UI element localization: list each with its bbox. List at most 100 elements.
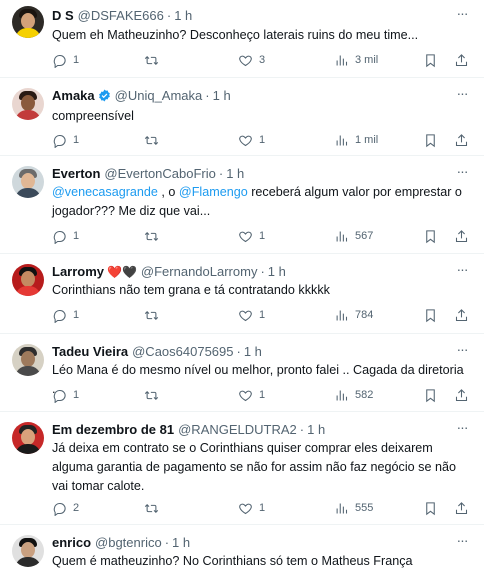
author-name[interactable]: enrico	[52, 535, 91, 550]
timestamp[interactable]: 1 h	[244, 344, 262, 359]
avatar[interactable]	[12, 6, 44, 38]
author-handle[interactable]: @DSFAKE666	[78, 8, 164, 23]
avatar[interactable]	[12, 264, 44, 296]
views-button[interactable]: 555	[334, 499, 373, 517]
view-count: 567	[355, 230, 374, 242]
bookmark-button[interactable]	[423, 227, 438, 245]
avatar[interactable]	[12, 344, 44, 376]
share-button[interactable]	[454, 227, 469, 245]
timestamp[interactable]: 1 h	[268, 264, 286, 279]
tweet[interactable]: Larromy ❤️🖤 @FernandoLarromy · 1 h ··· C…	[0, 254, 484, 334]
action-bar: 1 1 567	[52, 227, 470, 245]
avatar[interactable]	[12, 422, 44, 454]
reply-button[interactable]: 2	[52, 499, 79, 517]
timestamp[interactable]: 1 h	[172, 535, 190, 550]
action-bar: 1 3 3 mil	[52, 51, 470, 69]
reply-button[interactable]: 1	[52, 306, 79, 324]
more-options-icon[interactable]: ···	[452, 262, 472, 280]
separator-dot: ·	[236, 344, 241, 359]
author-name[interactable]: Larromy	[52, 264, 104, 279]
author-name[interactable]: D S	[52, 8, 74, 23]
views-icon	[334, 501, 349, 516]
reply-count: 1	[73, 54, 80, 66]
timestamp[interactable]: 1 h	[213, 88, 231, 103]
tweet[interactable]: enrico @bgtenrico · 1 h ··· Quem é mathe…	[0, 525, 484, 578]
author-handle[interactable]: @bgtenrico	[95, 535, 162, 550]
like-button[interactable]: 1	[238, 499, 265, 517]
author-name[interactable]: Tadeu Vieira	[52, 344, 128, 359]
bookmark-button[interactable]	[423, 131, 438, 149]
author-name[interactable]: Everton	[52, 166, 100, 181]
separator-dot: ·	[166, 8, 172, 23]
retweet-button[interactable]	[144, 306, 165, 324]
like-count: 1	[259, 230, 266, 242]
tweet[interactable]: D S @DSFAKE666 · 1 h ··· Quem eh Matheuz…	[0, 0, 484, 78]
more-options-icon[interactable]: ···	[452, 86, 472, 104]
avatar[interactable]	[12, 535, 44, 567]
retweet-button[interactable]	[144, 386, 165, 404]
retweet-icon	[144, 229, 159, 244]
like-button[interactable]: 1	[238, 131, 265, 149]
like-count: 1	[259, 309, 266, 321]
reply-button[interactable]: 1	[52, 386, 79, 404]
more-options-icon[interactable]: ···	[452, 420, 472, 438]
share-button[interactable]	[454, 499, 469, 517]
like-button[interactable]: 1	[238, 386, 265, 404]
bookmark-button[interactable]	[423, 386, 438, 404]
share-button[interactable]	[454, 51, 469, 69]
heart-icon	[238, 133, 253, 148]
like-button[interactable]: 1	[238, 306, 265, 324]
more-options-icon[interactable]: ···	[452, 164, 472, 182]
author-handle[interactable]: @Uniq_Amaka	[115, 88, 203, 103]
timestamp[interactable]: 1 h	[174, 8, 192, 23]
more-options-icon[interactable]: ···	[452, 342, 472, 360]
more-options-icon[interactable]: ···	[452, 533, 472, 551]
tweet[interactable]: Em dezembro de 81 @RANGELDUTRA2 · 1 h ··…	[0, 412, 484, 525]
bookmark-button[interactable]	[423, 499, 438, 517]
like-button[interactable]: 3	[238, 51, 265, 69]
views-button[interactable]: 1 mil	[334, 131, 378, 149]
like-button[interactable]: 1	[238, 227, 265, 245]
avatar[interactable]	[12, 88, 44, 120]
bookmark-button[interactable]	[423, 306, 438, 324]
reply-button[interactable]: 1	[52, 131, 79, 149]
share-button[interactable]	[454, 386, 469, 404]
share-icon	[454, 53, 469, 68]
retweet-button[interactable]	[144, 499, 165, 517]
author-name[interactable]: Amaka	[52, 88, 95, 103]
retweet-button[interactable]	[144, 51, 165, 69]
mention-link[interactable]: @Flamengo	[179, 185, 248, 199]
views-button[interactable]: 784	[334, 306, 373, 324]
tweet[interactable]: Tadeu Vieira @Caos64075695 · 1 h ··· Léo…	[0, 334, 484, 412]
more-options-icon[interactable]: ···	[452, 6, 472, 24]
views-button[interactable]: 3 mil	[334, 51, 378, 69]
bookmark-icon	[423, 388, 438, 403]
tweet[interactable]: Amaka @Uniq_Amaka · 1 h ··· compreensíve…	[0, 78, 484, 156]
share-button[interactable]	[454, 306, 469, 324]
tweet[interactable]: Everton @EvertonCaboFrio · 1 h ··· @vene…	[0, 156, 484, 254]
reply-feed: D S @DSFAKE666 · 1 h ··· Quem eh Matheuz…	[0, 0, 484, 578]
views-button[interactable]: 582	[334, 386, 373, 404]
timestamp[interactable]: 1 h	[307, 422, 325, 437]
separator-dot: ·	[299, 422, 305, 437]
bookmark-button[interactable]	[423, 51, 438, 69]
like-count: 1	[259, 502, 266, 514]
bookmark-icon	[423, 133, 438, 148]
mention-link[interactable]: @venecasagrande	[52, 185, 158, 199]
reply-button[interactable]: 1	[52, 51, 79, 69]
timestamp[interactable]: 1 h	[226, 166, 244, 181]
author-handle[interactable]: @EvertonCaboFrio	[104, 166, 215, 181]
views-icon	[334, 229, 349, 244]
reply-button[interactable]: 1	[52, 227, 79, 245]
action-bar: 1 1 582	[52, 386, 470, 404]
author-handle[interactable]: @FernandoLarromy	[141, 264, 258, 279]
retweet-button[interactable]	[144, 131, 165, 149]
view-count: 582	[355, 389, 374, 401]
author-handle[interactable]: @RANGELDUTRA2	[178, 422, 297, 437]
share-button[interactable]	[454, 131, 469, 149]
views-button[interactable]: 567	[334, 227, 373, 245]
retweet-button[interactable]	[144, 227, 165, 245]
author-name[interactable]: Em dezembro de 81	[52, 422, 174, 437]
avatar[interactable]	[12, 166, 44, 198]
author-handle[interactable]: @Caos64075695	[132, 344, 233, 359]
